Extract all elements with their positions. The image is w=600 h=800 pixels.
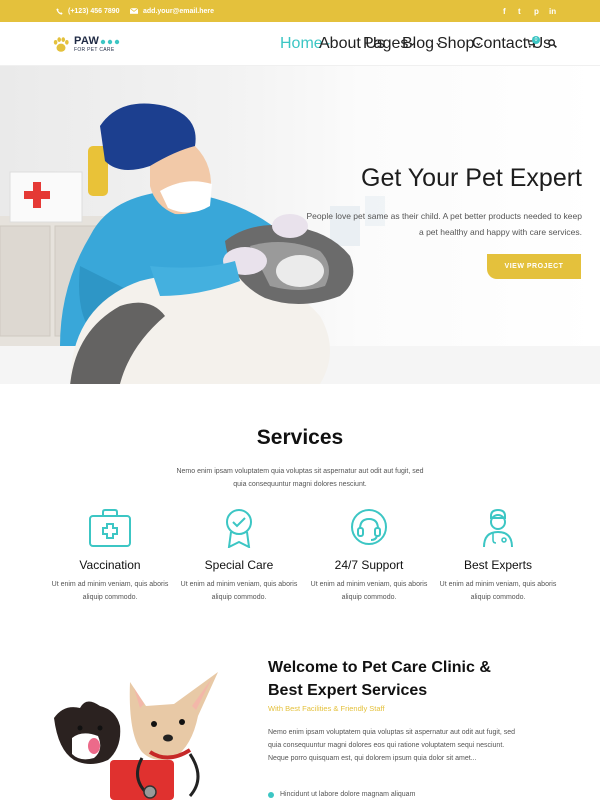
welcome-bullet-text: Hincidunt ut labore dolore magnam aliqua… [280, 791, 416, 798]
service-card[interactable]: Best Experts Ut enim ad minim veniam, qu… [438, 508, 558, 604]
first-aid-kit-icon [89, 509, 131, 547]
logo-tagline: FOR PET CARE [74, 47, 115, 53]
services-title: Services [256, 426, 344, 449]
service-text: Ut enim ad minim veniam, quis aboris ali… [310, 581, 428, 601]
linkedin-icon[interactable]: in [549, 0, 556, 22]
paw-bullet-icon [268, 791, 274, 798]
phone-icon [56, 7, 63, 15]
site-logo[interactable]: PAW FOR PET CARE [52, 34, 132, 56]
nav-home-label: Home [280, 35, 323, 52]
headset-support-icon [351, 509, 387, 545]
hero-description: People love pet same as their child. A p… [306, 211, 583, 237]
dogs-with-stethoscope-image [54, 672, 218, 800]
service-card[interactable]: Vaccination Ut enim ad minim veniam, qui… [50, 508, 170, 604]
nav-contact-us[interactable]: Contact Us [472, 22, 551, 66]
site-header: PAW FOR PET CARE Home About Us Pages Blo… [0, 22, 600, 66]
service-title: 24/7 Support [334, 558, 404, 572]
service-title: Special Care [204, 558, 274, 572]
service-text: Ut enim ad minim veniam, quis aboris ali… [180, 581, 298, 601]
twitter-icon[interactable]: t [518, 0, 521, 22]
search-icon[interactable] [548, 39, 557, 48]
cart-count-badge: 0 [532, 36, 540, 44]
pinterest-icon[interactable]: p [534, 0, 539, 22]
nav-shop-label: Shop [437, 35, 475, 52]
welcome-title-line-2: Best Expert Services [268, 682, 428, 699]
email-contact[interactable]: add.your@email.here [130, 0, 214, 22]
logo-name: PAW [74, 35, 100, 47]
service-title: Best Experts [463, 558, 533, 572]
welcome-text: Nemo enim ipsam voluptatem quia voluptas… [268, 729, 516, 762]
phone-contact[interactable]: (+123) 456 7890 [56, 0, 120, 22]
welcome-bullet-item: Hincidunt ut labore dolore magnam aliqua… [268, 791, 415, 798]
award-ribbon-icon [226, 509, 252, 548]
service-text: Ut enim ad minim veniam, quis aboris ali… [51, 581, 169, 601]
hero-title: Get Your Pet Expert [361, 164, 582, 192]
logo-dots-icon [100, 39, 120, 45]
welcome-subtitle: With Best Facilities & Friendly Staff [268, 704, 385, 713]
doctor-icon [483, 508, 513, 548]
service-title: Vaccination [79, 558, 141, 572]
view-project-button[interactable]: VIEW PROJECT [487, 254, 581, 279]
paw-logo-icon [53, 37, 69, 52]
services-subtitle: Nemo enim ipsam voluptatem quia voluptas… [176, 468, 424, 488]
facebook-icon[interactable]: f [503, 0, 506, 22]
service-card[interactable]: Special Care Ut enim ad minim veniam, qu… [179, 508, 299, 604]
nav-blog-label: Blog [402, 35, 435, 52]
hero-banner: Get Your Pet Expert People love pet same… [0, 66, 600, 384]
welcome-title-line-1: Welcome to Pet Care Clinic & [268, 659, 491, 676]
service-text: Ut enim ad minim veniam, quis aboris ali… [439, 581, 557, 601]
nav-blog[interactable]: Blog [402, 22, 441, 66]
envelope-icon [130, 8, 138, 14]
welcome-title: Welcome to Pet Care Clinic & Best Expert… [268, 656, 568, 702]
phone-number: (+123) 456 7890 [68, 7, 120, 15]
email-address: add.your@email.here [143, 7, 215, 15]
top-bar: (+123) 456 7890 add.your@email.here f t … [0, 0, 600, 22]
service-card[interactable]: 24/7 Support Ut enim ad minim veniam, qu… [309, 508, 429, 604]
